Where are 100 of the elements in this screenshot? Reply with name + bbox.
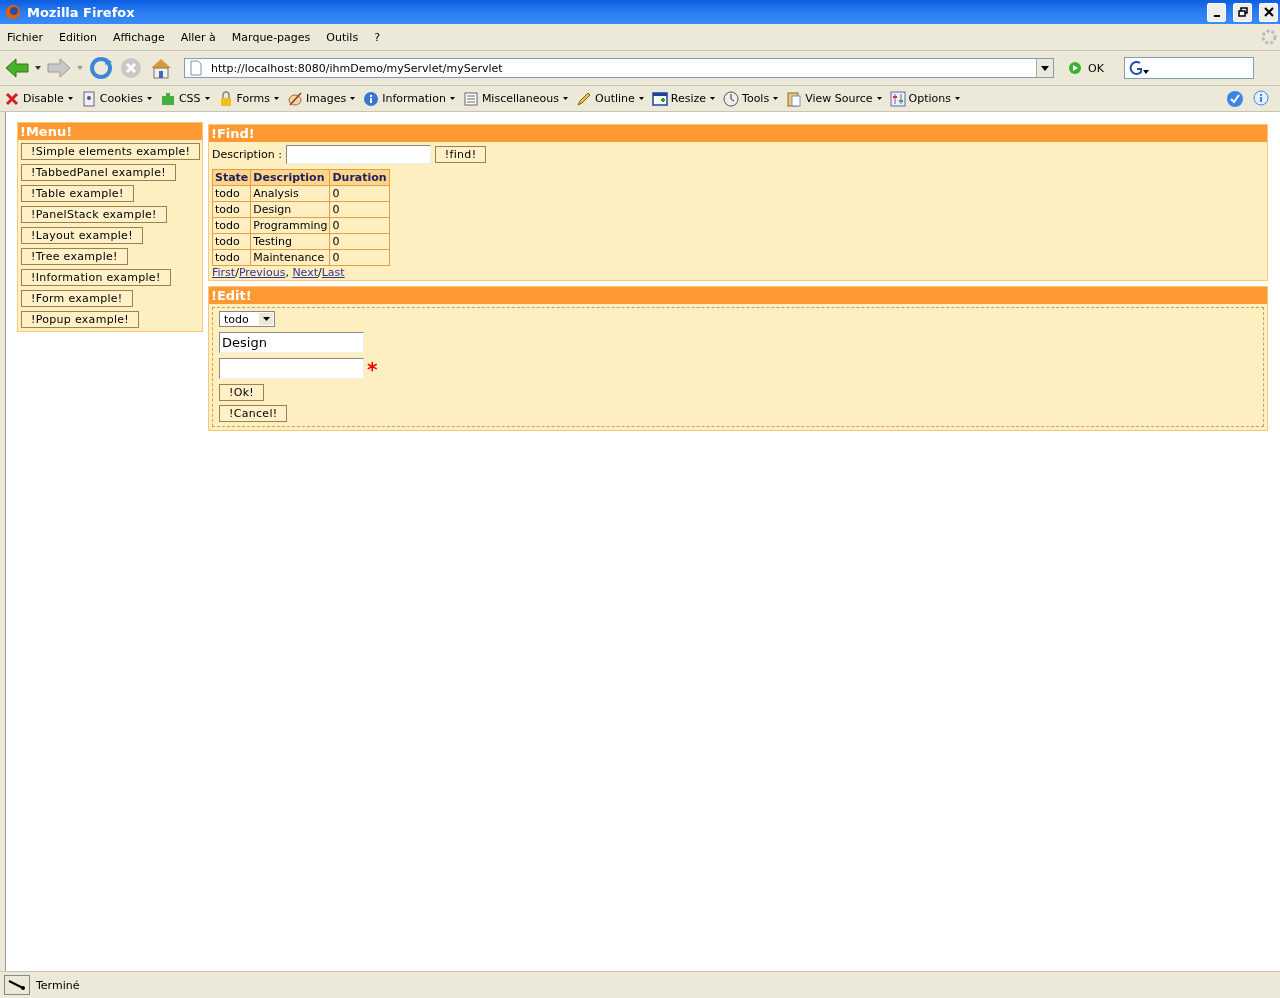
table-cell: Design: [250, 201, 330, 218]
find-button[interactable]: !find!: [434, 146, 487, 163]
toolbar-menu[interactable]: View Source: [786, 90, 882, 107]
go-button[interactable]: OK: [1068, 61, 1104, 75]
menu-button[interactable]: !Layout example!: [21, 227, 143, 244]
caret-icon: [350, 97, 356, 100]
panel-title: !Edit!: [209, 287, 1267, 304]
caret-icon: [710, 97, 716, 100]
menu-button[interactable]: !Tree example!: [21, 248, 128, 265]
play-icon: [1068, 61, 1082, 75]
caret-icon: [773, 97, 779, 100]
toolbar-menu[interactable]: Disable: [4, 90, 73, 107]
toolbar-menu[interactable]: Resize: [651, 90, 716, 107]
cross-icon: [4, 90, 20, 107]
status-text: Terminé: [36, 978, 80, 992]
menu-item[interactable]: Affichage: [113, 30, 165, 44]
caret-icon: [146, 97, 152, 100]
pager-link[interactable]: Next: [292, 266, 318, 279]
reload-icon[interactable]: [88, 56, 114, 80]
pencil-icon: [576, 90, 592, 107]
caret-icon: [449, 97, 455, 100]
toolbar-menu[interactable]: Forms: [217, 90, 279, 107]
description-field[interactable]: [285, 145, 431, 164]
field-label: Description :: [212, 148, 282, 161]
menu-item[interactable]: ?: [374, 30, 380, 44]
menu-button[interactable]: !Simple elements example!: [21, 143, 201, 160]
table-cell: todo: [212, 201, 251, 218]
description-field[interactable]: Design: [219, 332, 364, 353]
sliders-icon: [889, 90, 906, 107]
caret-icon: [955, 97, 960, 100]
search-field[interactable]: [1123, 57, 1254, 79]
pen-icon: [8, 980, 26, 990]
menu-button[interactable]: !Table example!: [21, 185, 134, 202]
menu-item[interactable]: Marque-pages: [231, 30, 311, 44]
table-cell: 0: [329, 185, 390, 202]
menu-button[interactable]: !Information example!: [21, 269, 171, 286]
window-title: Mozilla Firefox: [27, 4, 135, 20]
caret-icon[interactable]: [34, 65, 42, 71]
form-button[interactable]: !Cancel!: [219, 405, 288, 422]
close-button[interactable]: [1259, 2, 1278, 22]
minimize-icon: [1213, 14, 1220, 17]
toolbar-menu[interactable]: CSS: [159, 90, 210, 107]
state-select[interactable]: todo: [219, 311, 275, 327]
caret-icon: [563, 97, 568, 100]
minimize-button[interactable]: [1207, 2, 1226, 22]
close-icon: [1263, 7, 1274, 17]
clipboard-icon: [786, 90, 803, 107]
menu-button[interactable]: !PanelStack example!: [21, 206, 167, 223]
letter-g-icon: [1127, 60, 1150, 76]
column-header[interactable]: State: [212, 169, 251, 186]
menu-button[interactable]: !Form example!: [21, 290, 133, 307]
clock-icon: [723, 90, 740, 107]
table-cell: 0: [329, 201, 390, 218]
table-cell: Testing: [250, 233, 330, 250]
table-cell: todo: [212, 185, 251, 202]
id-card-icon: [80, 90, 97, 107]
dropdown-button[interactable]: [1036, 59, 1053, 77]
menu-item[interactable]: Edition: [58, 30, 97, 44]
caret-icon: [204, 97, 210, 100]
panel-title: !Find!: [209, 125, 1267, 142]
menu-button[interactable]: !TabbedPanel example!: [21, 164, 176, 181]
table-cell: todo: [212, 217, 251, 234]
checkmark-icon[interactable]: [1226, 89, 1244, 108]
panel-title: !Menu!: [18, 123, 202, 140]
url-text: http://localhost:8080/ihmDemo/myServlet/myServlet: [211, 61, 503, 75]
toolbar-menu[interactable]: Outline: [576, 90, 644, 107]
restore-icon: [1237, 7, 1248, 17]
caret-icon: [638, 97, 644, 100]
menu-item[interactable]: Fichier: [7, 30, 43, 44]
window-icon: [651, 90, 668, 107]
menu-item[interactable]: Outils: [326, 30, 359, 44]
restore-button[interactable]: [1233, 2, 1252, 22]
caret-icon: [274, 97, 279, 100]
separator: /: [318, 266, 322, 279]
column-header[interactable]: Description: [250, 169, 330, 186]
toolbar-menu[interactable]: Options: [889, 90, 960, 107]
table-cell: Programming: [250, 217, 330, 234]
menu-item[interactable]: Aller à: [180, 30, 216, 44]
column-header[interactable]: Duration: [329, 169, 390, 186]
form-button[interactable]: !Ok!: [219, 384, 265, 401]
puzzle-icon: [159, 90, 176, 107]
table-cell: todo: [212, 249, 251, 266]
toolbar-menu[interactable]: Images: [287, 90, 356, 107]
caret-icon: [262, 317, 270, 321]
toolbar-menu[interactable]: Cookies: [80, 90, 152, 107]
toolbar-menu[interactable]: Tools: [723, 90, 779, 107]
duration-field[interactable]: [219, 358, 364, 379]
pager-link[interactable]: Last: [321, 266, 345, 279]
table-cell: Maintenance: [250, 249, 330, 266]
url-field[interactable]: http://localhost:8080/ihmDemo/myServlet/myServlet: [184, 58, 1054, 78]
required-mark: *: [367, 359, 378, 378]
info-icon[interactable]: [1252, 89, 1270, 108]
separator: ,: [285, 266, 290, 279]
pager-link[interactable]: First: [212, 266, 236, 279]
table-cell: todo: [212, 233, 251, 250]
menu-button[interactable]: !Popup example!: [21, 311, 140, 328]
toolbar-menu[interactable]: Miscellaneous: [462, 90, 568, 107]
table-cell: 0: [329, 249, 390, 266]
toolbar-menu[interactable]: Information: [363, 90, 455, 107]
info-icon: [363, 90, 380, 107]
